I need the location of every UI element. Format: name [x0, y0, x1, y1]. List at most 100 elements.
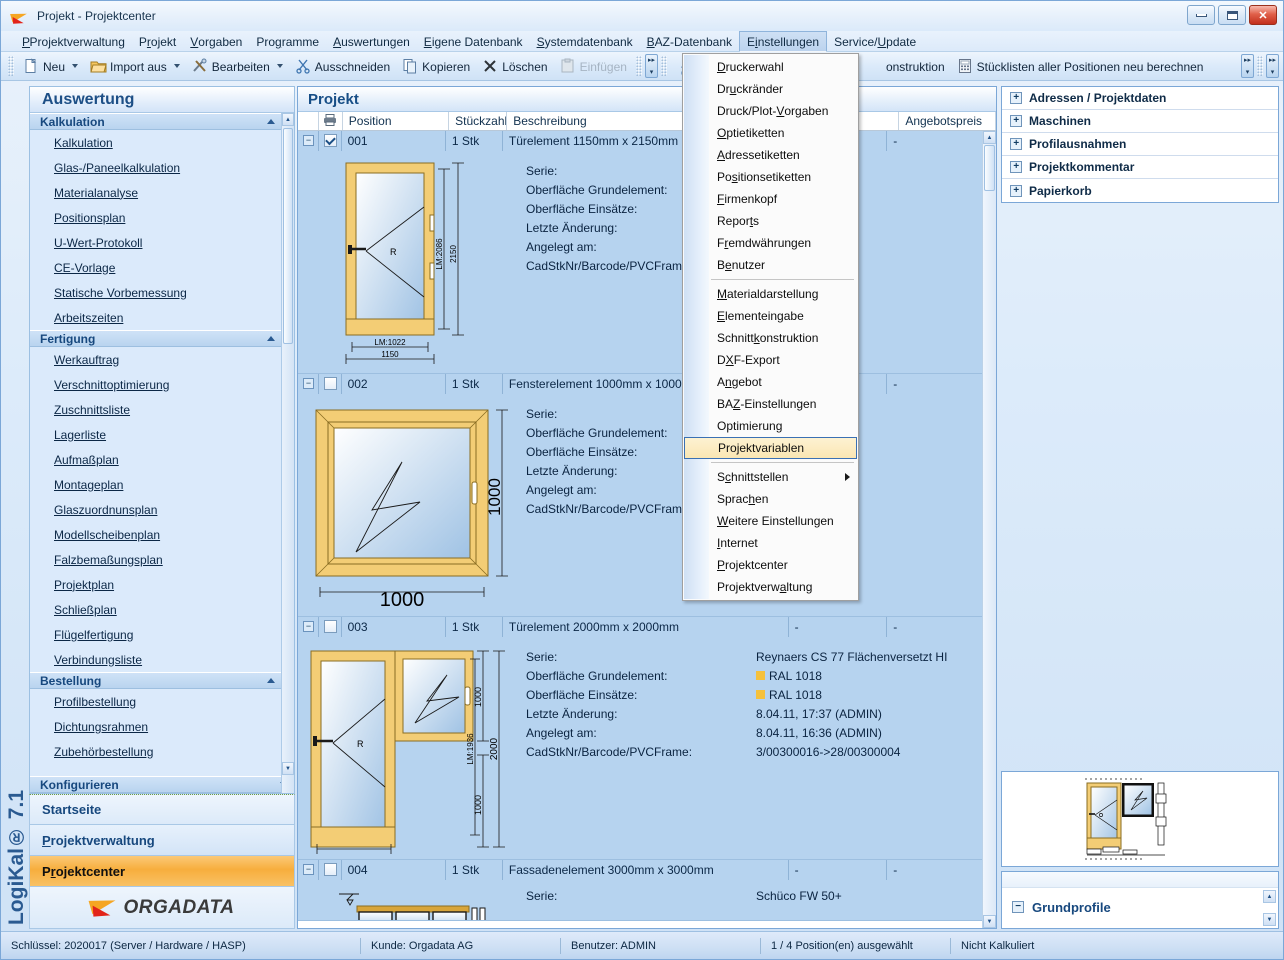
menu-option-druckraender[interactable]: Dr u ckränder [683, 78, 858, 100]
menu-option-projektcenter[interactable]: Projektcenter [683, 554, 858, 576]
menu-item-systemdatenbank[interactable]: Systemdatenbank [530, 31, 640, 51]
sidebar-item-arbeitszeiten[interactable]: Arbeitszeiten [30, 305, 281, 330]
sidebar-item-glaszuordnunsplan[interactable]: Glaszuordnunsplan [30, 497, 281, 522]
sidebar-item-projektplan[interactable]: Projektplan [30, 572, 281, 597]
toolbar-overflow-button-3[interactable]: ▸▸ ▾ [1266, 54, 1279, 78]
scroll-up-button[interactable]: ▲ [983, 131, 996, 144]
chevron-down-icon[interactable] [173, 64, 180, 68]
menu-item-projektverwaltung[interactable]: P Projektverwaltung [15, 31, 132, 51]
sidebar-group-kalkulation[interactable]: Kalkulation [30, 113, 281, 130]
toolbar-grip-2[interactable] [635, 56, 642, 76]
expand-plus-icon[interactable]: + [1010, 184, 1022, 197]
collapse-icon[interactable]: − [303, 135, 314, 146]
menu-option-projektverwaltung[interactable]: Projektverw a ltung [683, 576, 858, 598]
checkbox-icon[interactable] [323, 134, 337, 147]
scrollbar-thumb[interactable] [283, 128, 293, 344]
toolbar-cut-button[interactable]: Ausschneiden [289, 56, 396, 76]
menu-option-fremdwaehrungen[interactable]: Fr emdwährungen [683, 232, 858, 254]
menu-option-reports[interactable]: Repor t s [683, 210, 858, 232]
sidebar-item-werkauftrag[interactable]: Werkauftrag [30, 347, 281, 372]
toolbar-recalc-button[interactable]: Stücklisten aller Positionen neu berechn… [951, 56, 1210, 76]
menu-item-baz-datenbank[interactable]: B AZ-Datenbank [640, 31, 739, 51]
menu-item-service-update[interactable]: Service/Update [827, 31, 923, 51]
toolbar-overflow-button-2[interactable]: ▸▸ ▾ [1241, 54, 1254, 78]
menu-option-optimierung[interactable]: Optimierun g [683, 415, 858, 437]
nav-button-startseite[interactable]: Startseite [29, 794, 295, 825]
sidebar-group-konfigurieren[interactable]: Konfigurieren [30, 776, 294, 793]
menu-option-schnittkonstruktion[interactable]: Schnitt k onstruktion [683, 327, 858, 349]
menu-option-materialdarstellung[interactable]: Materialdarstellung [683, 283, 858, 305]
chevron-down-icon[interactable] [72, 64, 79, 68]
menu-option-adressetiketten[interactable]: Adressetiketten [683, 144, 858, 166]
sidebar-group-fertigung[interactable]: Fertigung [30, 330, 281, 347]
tree-item-papierkorb[interactable]: + Papierkorb [1002, 179, 1278, 202]
row-header[interactable]: − 002 1 Stk Fensterelement 1000mm x 1000… [298, 374, 982, 394]
menu-item-auswertungen[interactable]: Auswertungen [326, 31, 417, 51]
sidebar-item-materialanalyse[interactable]: Materialanalyse [30, 180, 281, 205]
menu-item-einstellungen[interactable]: Ei nstellungen [739, 31, 828, 52]
row-print-checkbox[interactable] [319, 617, 342, 637]
tree-item-adressen-projektdaten[interactable]: + Adressen / Projektdaten [1002, 87, 1278, 110]
tree-item-maschinen[interactable]: + Maschinen [1002, 110, 1278, 133]
toolbar-delete-button[interactable]: Löschen [476, 56, 553, 76]
sidebar-item-profilbestellung[interactable]: Profilbestellung [30, 689, 281, 714]
collapse-icon[interactable]: − [303, 864, 314, 875]
menu-option-positionsetiketten[interactable]: Po s itionsetiketten [683, 166, 858, 188]
nav-button-projektcenter[interactable]: Projektcenter [29, 856, 295, 887]
row-print-checkbox[interactable] [319, 131, 342, 151]
sidebar-item-aufmassplan[interactable]: Aufmaßplan [30, 447, 281, 472]
profiles-scrollbar[interactable]: ▲ ▼ [1263, 890, 1276, 926]
menu-option-optietiketten[interactable]: Optietiketten [683, 122, 858, 144]
menu-option-druckerwahl[interactable]: Druckerwahl [683, 56, 858, 78]
row-print-checkbox[interactable] [319, 860, 342, 880]
row-header[interactable]: − 004 1 Stk Fassadenelement 3000mm x 300… [298, 860, 982, 880]
grid-scrollbar[interactable]: ▲ ▼ [982, 131, 996, 928]
menu-option-elementeingabe[interactable]: Elementeingabe [683, 305, 858, 327]
scrollbar-thumb[interactable] [984, 145, 995, 191]
profiles-row-grundprofile[interactable]: − Grundprofile [1002, 888, 1278, 926]
menu-option-projektvariablen[interactable]: Pro j ektvariablen [684, 437, 857, 459]
toolbar-new-button[interactable]: Neu [17, 56, 84, 76]
grid-col-quantity[interactable]: Stückzahl [449, 112, 508, 130]
table-row[interactable]: − 003 1 Stk Türelement 2000mm x 2000mm -… [298, 617, 982, 860]
table-row[interactable]: − 002 1 Stk Fensterelement 1000mm x 1000… [298, 374, 982, 617]
sidebar-scrollbar[interactable]: ▲ ▼ [281, 113, 294, 793]
sidebar-item-lagerliste[interactable]: Lagerliste [30, 422, 281, 447]
toolbar-grip-3[interactable] [660, 56, 667, 76]
sidebar-item-fluegelfertigung[interactable]: Flügelfertigung [30, 622, 281, 647]
scroll-up-button[interactable]: ▲ [282, 113, 294, 126]
grid-col-angebotspreis[interactable]: Angebotspreis [899, 112, 996, 130]
sidebar-item-falzbemassungsplan[interactable]: Falzbemaßungsplan [30, 547, 281, 572]
menu-item-projekt[interactable]: Pr ojekt [132, 31, 183, 51]
menu-option-druck-plot-vorgaben[interactable]: Druck/Plot- Vorgaben [683, 100, 858, 122]
row-expander[interactable]: − [298, 860, 319, 880]
toolbar-grip[interactable] [8, 56, 14, 76]
sidebar-item-montageplan[interactable]: Montageplan [30, 472, 281, 497]
sidebar-item-verbindungsliste[interactable]: Verbindungsliste [30, 647, 281, 672]
row-header[interactable]: − 003 1 Stk Türelement 2000mm x 2000mm -… [298, 617, 982, 637]
toolbar-overflow-button[interactable]: ▸▸ ▾ [644, 54, 658, 78]
collapse-icon[interactable]: − [303, 378, 314, 389]
toolbar-edit-button[interactable]: Bearbeiten [186, 56, 289, 76]
sidebar-item-glas-paneelkalkulation[interactable]: Glas-/Paneelkalkulation [30, 155, 281, 180]
row-print-checkbox[interactable] [319, 374, 342, 394]
menu-option-internet[interactable]: Internet [683, 532, 858, 554]
row-header[interactable]: − 001 1 Stk Türelement 1150mm x 2150mm - [298, 131, 982, 151]
sidebar-item-u-wert-protokoll[interactable]: U-Wert-Protokoll [30, 230, 281, 255]
sidebar-item-verschnittoptimierung[interactable]: Verschnittoptimierung [30, 372, 281, 397]
menu-option-weitere-einstellungen[interactable]: Weitere Einstellungen [683, 510, 858, 532]
toolbar-grip-4[interactable] [1257, 56, 1263, 76]
minimize-button[interactable] [1187, 5, 1215, 25]
collapse-minus-icon[interactable]: − [1012, 901, 1024, 913]
sidebar-item-kalkulation[interactable]: Kalkulation [30, 130, 281, 155]
row-expander[interactable]: − [298, 131, 319, 151]
sidebar-item-schliessplan[interactable]: Schließplan [30, 597, 281, 622]
menu-item-vorgaben[interactable]: Vorgaben [183, 31, 249, 51]
chevron-down-icon[interactable] [276, 64, 283, 68]
checkbox-icon[interactable] [323, 377, 337, 390]
sidebar-item-ce-vorlage[interactable]: CE-Vorlage [30, 255, 281, 280]
menu-option-baz-einstellungen[interactable]: BA Z -Einstellungen [683, 393, 858, 415]
menu-option-angebot[interactable]: An gebot [683, 371, 858, 393]
menu-option-sprachen[interactable]: Sprac h en [683, 488, 858, 510]
toolbar-construction-button[interactable]: onstruktion [880, 57, 951, 76]
